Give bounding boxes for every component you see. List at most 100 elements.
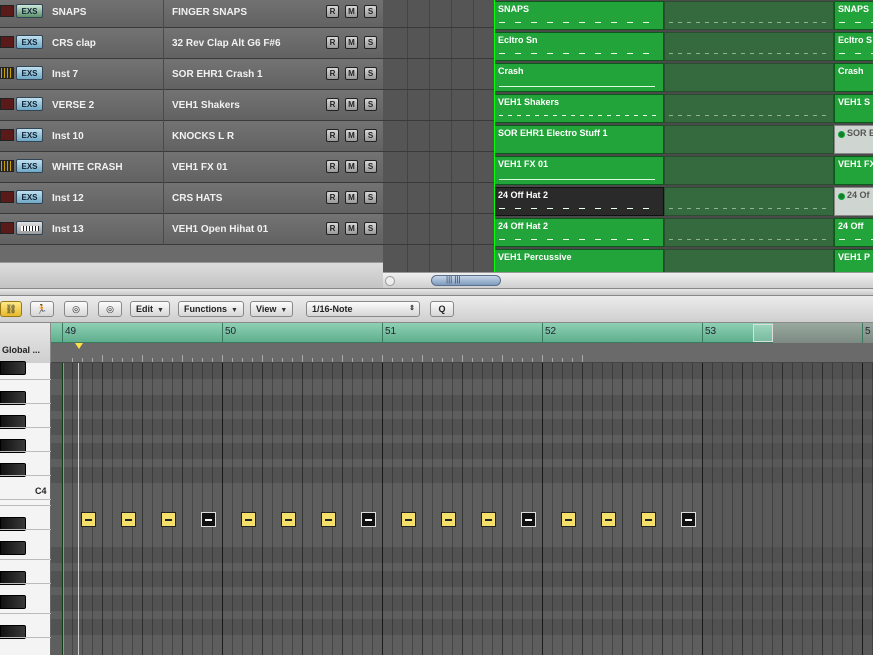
mute-button[interactable]: M [345,36,358,49]
black-key[interactable] [0,541,26,555]
quantize-select[interactable]: 1/16-Note ⇕ [306,301,420,317]
track-name[interactable]: VERSE 2 [52,90,94,121]
instrument-name[interactable]: CRS HATS [172,183,222,214]
midi-region[interactable]: 24 Off Hat 2 [494,218,664,247]
loop-region[interactable] [664,125,834,154]
mute-button[interactable]: M [345,5,358,18]
track-name[interactable]: SNAPS [52,0,86,28]
midi-note[interactable] [321,512,336,527]
midi-note[interactable] [441,512,456,527]
midi-region[interactable]: 24 Off [834,218,873,247]
midi-region[interactable]: VEH1 FX 01 [494,156,664,185]
track-name[interactable]: Inst 13 [52,214,84,245]
midi-note[interactable] [241,512,256,527]
instrument-name[interactable]: SOR EHR1 Crash 1 [172,59,263,90]
playhead-marker-icon[interactable] [75,343,83,349]
record-enable-button[interactable]: R [326,160,339,173]
mute-button[interactable]: M [345,98,358,111]
midi-region[interactable]: VEH1 FX [834,156,873,185]
loop-region[interactable] [664,218,834,247]
scrollbar-thumb[interactable] [431,275,501,286]
track-row[interactable]: EXS CRS clap 32 Rev Clap Alt G6 F#6 R M S [0,28,383,59]
ruler-outside-cycle[interactable] [773,323,873,343]
midi-region[interactable]: Crash [494,63,664,92]
arrange-horizontal-scrollbar[interactable] [383,272,873,288]
regions-area[interactable]: SNAPS SNAPS Ecltro Sn Ecltro S Crash Crash VEH… [494,0,873,278]
midi-region[interactable]: SNAPS [494,1,664,30]
track-name[interactable]: CRS clap [52,28,96,59]
solo-button[interactable]: S [364,160,377,173]
track-row[interactable]: EXS VERSE 2 VEH1 Shakers R M S [0,90,383,121]
track-row[interactable]: EXS Inst 10 KNOCKS L R RMS [0,121,383,152]
region-end-marker[interactable] [753,324,773,342]
midi-region[interactable]: 24 Of [834,187,873,216]
exs-instrument-icon[interactable]: EXS [16,35,43,49]
functions-menu-button[interactable]: Functions ▼ [178,301,244,317]
midi-note[interactable] [161,512,176,527]
midi-region[interactable]: Ecltro Sn [494,32,664,61]
loop-region[interactable] [664,94,834,123]
instrument-name[interactable]: VEH1 Open Hihat 01 [172,214,268,245]
track-row[interactable]: EXS Inst 7 SOR EHR1 Crash 1 RMS [0,59,383,90]
instrument-name[interactable]: VEH1 FX 01 [172,152,228,183]
track-name[interactable]: WHITE CRASH [52,152,123,183]
record-enable-button[interactable]: R [326,191,339,204]
loop-region[interactable] [664,32,834,61]
global-tracks-header[interactable]: Global ... [0,323,51,363]
pane-divider[interactable] [0,288,873,296]
mute-button[interactable]: M [345,129,358,142]
midi-note[interactable] [81,512,96,527]
midi-note[interactable] [481,512,496,527]
midi-note[interactable] [641,512,656,527]
solo-button[interactable]: S [364,5,377,18]
black-key[interactable] [0,595,26,609]
instrument-name[interactable]: VEH1 Shakers [172,90,240,121]
track-name[interactable]: Inst 10 [52,121,84,152]
exs-instrument-icon[interactable]: EXS [16,190,43,204]
mute-button[interactable]: M [345,67,358,80]
midi-note[interactable] [361,512,376,527]
loop-region[interactable] [664,63,834,92]
track-row[interactable]: EXS SNAPS FINGER SNAPS R M S [0,0,383,28]
midi-region[interactable]: SOR EHR1 Electro Stuff 1 [494,125,664,154]
midi-region[interactable]: SOR E [834,125,873,154]
catch-playhead-icon[interactable]: 🏃 [30,301,54,317]
instrument-name[interactable]: 32 Rev Clap Alt G6 F#6 [172,28,281,59]
mute-button[interactable]: M [345,222,358,235]
synth-keyboard-icon[interactable] [16,221,43,235]
record-enable-button[interactable]: R [326,98,339,111]
instrument-name[interactable]: KNOCKS L R [172,121,234,152]
midi-region[interactable]: SNAPS [834,1,873,30]
track-row[interactable]: Inst 13 VEH1 Open Hihat 01 R M S [0,214,383,245]
track-name[interactable]: Inst 12 [52,183,84,214]
midi-out-icon[interactable]: ◎ [98,301,122,317]
track-row[interactable]: EXS Inst 12 CRS HATS R M S [0,183,383,214]
record-enable-button[interactable]: R [326,36,339,49]
midi-note[interactable] [401,512,416,527]
beat-ruler[interactable] [51,343,873,363]
view-menu-button[interactable]: View ▼ [250,301,294,317]
solo-button[interactable]: S [364,67,377,80]
solo-button[interactable]: S [364,98,377,111]
solo-button[interactable]: S [364,191,377,204]
solo-button[interactable]: S [364,222,377,235]
midi-note[interactable] [121,512,136,527]
midi-in-icon[interactable]: ◎ [64,301,88,317]
piano-keyboard[interactable]: C4 [0,361,51,655]
track-name[interactable]: Inst 7 [52,59,78,90]
midi-region[interactable]: 24 Off Hat 2 [494,187,664,216]
record-enable-button[interactable]: R [326,5,339,18]
record-enable-button[interactable]: R [326,67,339,80]
exs-instrument-icon[interactable]: EXS [16,97,43,111]
mute-button[interactable]: M [345,191,358,204]
exs-instrument-icon[interactable]: EXS [16,128,43,142]
midi-region[interactable]: VEH1 Shakers [494,94,664,123]
midi-note[interactable] [281,512,296,527]
exs-instrument-icon[interactable]: EXS [16,4,43,18]
arrange-playhead[interactable] [494,0,495,272]
exs-instrument-icon[interactable]: EXS [16,66,43,80]
loop-region[interactable] [664,156,834,185]
solo-button[interactable]: S [364,36,377,49]
record-enable-button[interactable]: R [326,129,339,142]
midi-note[interactable] [201,512,216,527]
